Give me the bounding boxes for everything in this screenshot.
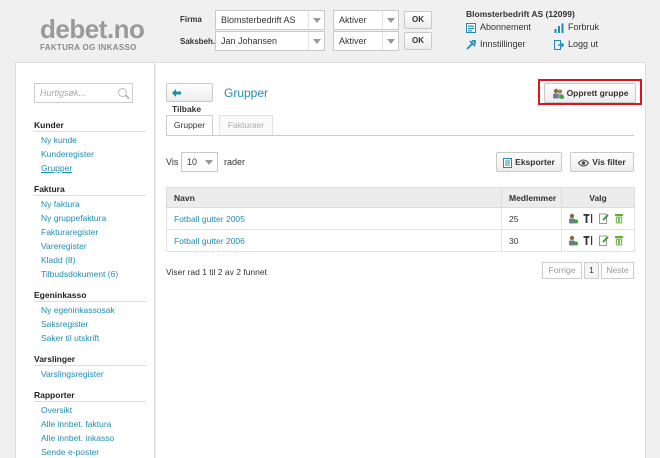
export-label: Eksporter <box>515 157 555 167</box>
saksbeh-action-select[interactable]: Aktiver <box>333 31 399 51</box>
sidebar-item-ny-egeninkassosak[interactable]: Ny egeninkassosak <box>41 305 115 315</box>
sidebar-item-alle-innbet-faktura[interactable]: Alle innbet. faktura <box>41 419 111 429</box>
account-title: Blomsterbedrift AS (12099) <box>466 9 575 19</box>
back-button-label: Tilbake <box>172 104 202 114</box>
results-summary: Viser rad 1 til 2 av 2 funnet <box>166 267 267 277</box>
saksbeh-label: Saksbeh. <box>180 37 216 46</box>
rename-icon[interactable] <box>583 235 593 246</box>
firma-select[interactable]: Blomsterbedrift AS <box>215 10 325 30</box>
pagination-page[interactable]: 1 <box>584 262 599 279</box>
rename-icon[interactable] <box>583 213 593 224</box>
brand-logo[interactable]: debet.no <box>40 14 145 45</box>
saksbeh-action-value: Aktiver <box>339 36 367 46</box>
main-panel: Tilbake Grupper Opprett gruppe Grupper F… <box>156 62 646 458</box>
quick-search-placeholder: Hurtigsøk... <box>40 88 87 98</box>
back-button[interactable]: Tilbake <box>166 83 213 114</box>
firma-action-select[interactable]: Aktiver <box>333 10 399 30</box>
firma-ok-button[interactable]: OK <box>404 11 432 29</box>
delete-icon[interactable] <box>614 213 624 224</box>
quick-search-input[interactable]: Hurtigsøk... <box>34 83 133 103</box>
sidebar-item-oversikt[interactable]: Oversikt <box>41 405 72 415</box>
table-row: Fotball gutter 2006 30 <box>166 229 635 252</box>
arrow-left-icon <box>172 88 181 97</box>
subscription-link[interactable]: Abonnement <box>480 22 531 32</box>
sidebar-item-ny-kunde[interactable]: Ny kunde <box>41 135 77 145</box>
group-members: 30 <box>501 229 562 252</box>
firma-label: Firma <box>180 15 202 24</box>
brand-tagline: FAKTURA OG INKASSO <box>40 43 137 52</box>
subscription-icon <box>466 23 476 33</box>
logout-icon <box>554 40 564 50</box>
group-name-link[interactable]: Fotball gutter 2006 <box>174 236 245 246</box>
page-title: Grupper <box>224 86 269 100</box>
sidebar-item-varslingsregister[interactable]: Varslingsregister <box>41 369 104 379</box>
settings-link[interactable]: Innstillinger <box>480 39 526 49</box>
export-button[interactable]: Eksporter <box>496 152 562 172</box>
chevron-down-icon <box>308 11 324 29</box>
chevron-down-icon <box>308 32 324 50</box>
sidebar-item-tilbudsdokument[interactable]: Tilbudsdokument (6) <box>41 269 118 279</box>
sidebar-item-grupper[interactable]: Grupper <box>41 163 72 173</box>
member-add-icon[interactable] <box>568 235 578 246</box>
search-icon[interactable] <box>118 88 127 97</box>
groups-table: Navn Medlemmer Valg Fotball gutter 2005 … <box>166 187 635 252</box>
logout-link[interactable]: Logg ut <box>568 39 598 49</box>
member-add-icon[interactable] <box>568 213 578 224</box>
sidebar-item-alle-innbet-inkasso[interactable]: Alle innbet. inkasso <box>41 433 114 443</box>
sidebar-item-kunderegister[interactable]: Kunderegister <box>41 149 94 159</box>
usage-link[interactable]: Forbruk <box>568 22 599 32</box>
column-header-medlemmer[interactable]: Medlemmer <box>501 187 562 208</box>
saksbeh-ok-button[interactable]: OK <box>404 32 432 50</box>
sidebar-item-kladd[interactable]: Kladd (8) <box>41 255 76 265</box>
edit-document-icon[interactable] <box>598 213 609 225</box>
pagination-next[interactable]: Neste <box>601 262 634 279</box>
sidebar-section-rapporter: Rapporter <box>34 390 75 400</box>
tab-fakturaer[interactable]: Fakturaer <box>219 115 273 135</box>
sidebar-item-fakturaregister[interactable]: Fakturaregister <box>41 227 98 237</box>
firma-select-value: Blomsterbedrift AS <box>221 15 296 25</box>
sidebar-item-sende-e-poster[interactable]: Sende e-poster <box>41 447 99 457</box>
group-name-link[interactable]: Fotball gutter 2005 <box>174 214 245 224</box>
show-filter-button[interactable]: Vis filter <box>570 152 634 172</box>
chevron-down-icon <box>382 32 398 50</box>
table-row: Fotball gutter 2005 25 <box>166 207 635 230</box>
group-members: 25 <box>501 207 562 230</box>
highlight-annotation <box>538 79 642 105</box>
sidebar: Hurtigsøk... Kunder Ny kunde Kunderegist… <box>15 62 155 458</box>
sidebar-section-faktura: Faktura <box>34 184 65 194</box>
sidebar-section-egeninkasso: Egeninkasso <box>34 290 87 300</box>
pagination-prev[interactable]: Forrige <box>542 262 582 279</box>
chevron-down-icon <box>201 153 217 171</box>
rows-per-page-select[interactable]: 10 <box>181 152 218 172</box>
usage-chart-icon <box>554 23 564 33</box>
eye-icon <box>578 159 590 167</box>
sidebar-item-saker-til-utskrift[interactable]: Saker til utskrift <box>41 333 99 343</box>
settings-icon <box>466 40 476 50</box>
rows-per-page-value: 10 <box>187 157 198 167</box>
show-label: Vis <box>166 157 179 167</box>
saksbeh-select[interactable]: Jan Johansen <box>215 31 325 51</box>
firma-action-value: Aktiver <box>339 15 367 25</box>
edit-document-icon[interactable] <box>598 235 609 247</box>
column-header-navn[interactable]: Navn <box>166 187 502 208</box>
sidebar-item-ny-faktura[interactable]: Ny faktura <box>41 199 80 209</box>
saksbeh-select-value: Jan Johansen <box>221 36 278 46</box>
sidebar-section-varslinger: Varslinger <box>34 354 76 364</box>
column-header-valg: Valg <box>561 187 635 208</box>
chevron-down-icon <box>382 11 398 29</box>
export-icon <box>503 157 513 168</box>
show-filter-label: Vis filter <box>592 157 626 167</box>
delete-icon[interactable] <box>614 235 624 246</box>
rows-label: rader <box>224 157 246 167</box>
tab-grupper[interactable]: Grupper <box>166 115 213 135</box>
sidebar-item-ny-gruppefaktura[interactable]: Ny gruppefaktura <box>41 213 106 223</box>
sidebar-section-kunder: Kunder <box>34 120 64 130</box>
sidebar-item-vareregister[interactable]: Vareregister <box>41 241 87 251</box>
sidebar-item-saksregister[interactable]: Saksregister <box>41 319 88 329</box>
